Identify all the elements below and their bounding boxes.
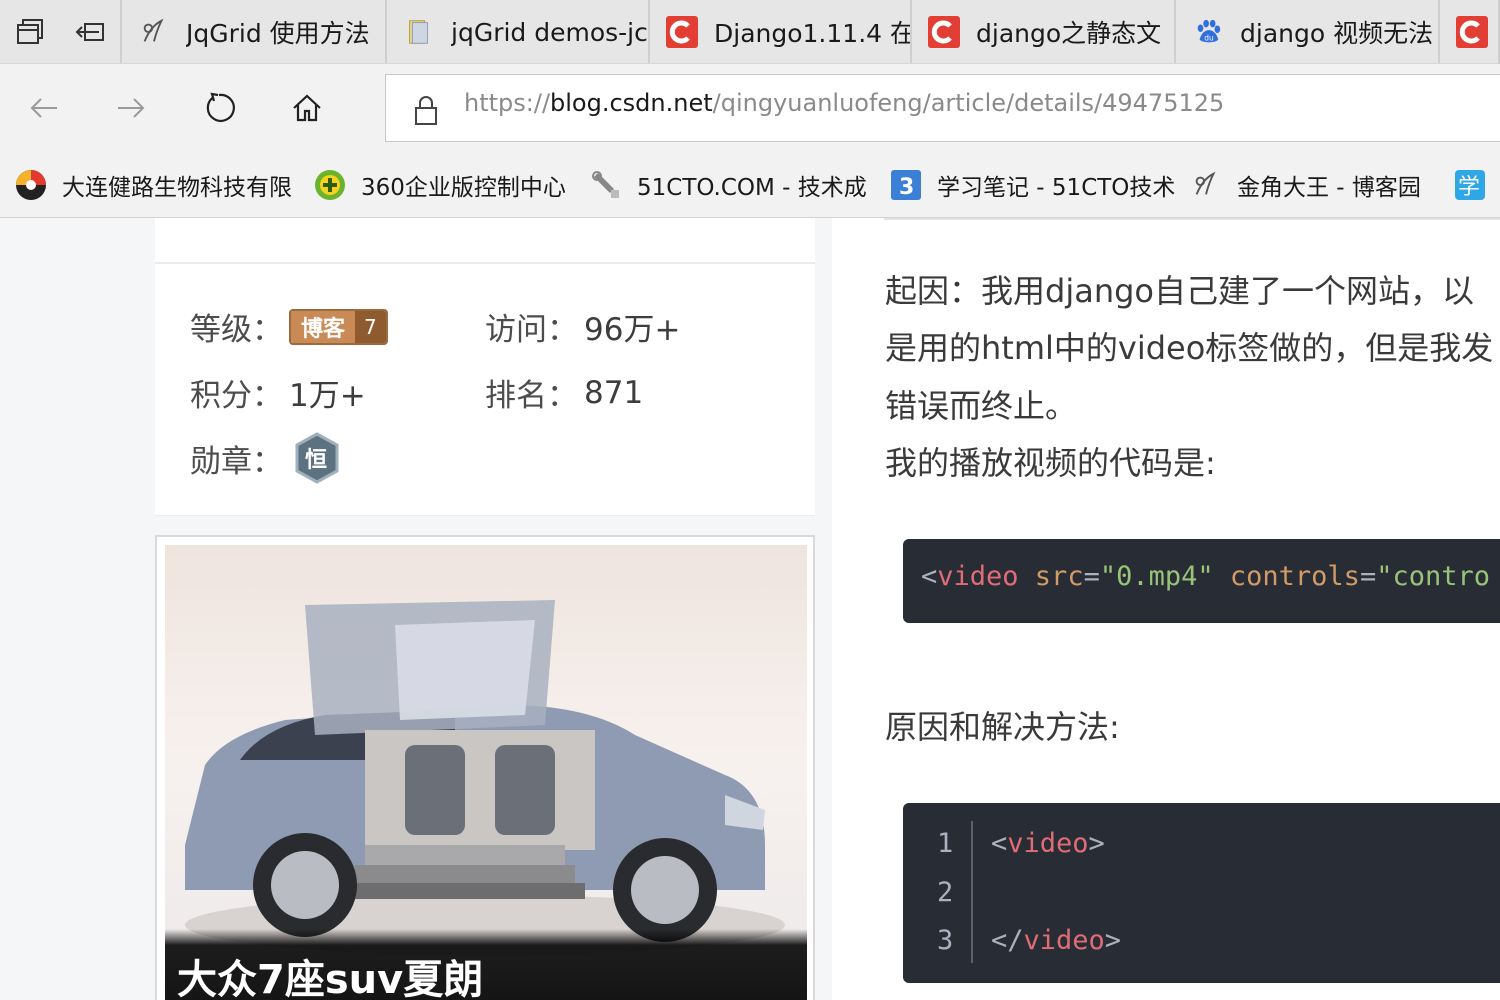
ad-car-image: 大众7座suv夏朗 xyxy=(165,545,807,1000)
favorite-label: 学习笔记 - 51CTO技术 xyxy=(937,174,1175,201)
line-number-gutter xyxy=(971,821,973,963)
code-line: <video src="0.mp4" controls="contro xyxy=(921,561,1491,592)
rank-value: 871 xyxy=(584,374,644,411)
rank-stat: 排名： 871 xyxy=(485,370,643,415)
line-number: 3 xyxy=(937,925,954,956)
url-scheme: https:// xyxy=(464,89,551,117)
advertisement-card[interactable]: 大众7座suv夏朗 xyxy=(155,535,815,1000)
tab-django-video[interactable]: du django 视频无法 xyxy=(1176,0,1440,63)
line-number: 1 xyxy=(937,828,954,859)
favorite-jinjiao[interactable]: 金角大王 - 博客园 xyxy=(1189,168,1439,202)
csdn-icon xyxy=(1456,16,1488,48)
favorite-notes-51cto[interactable]: 3 学习笔记 - 51CTO技术 xyxy=(889,168,1175,202)
code-block-video-tag[interactable]: 1 2 3 <video> </video> xyxy=(903,803,1500,983)
site-pen-icon xyxy=(138,16,170,48)
favorites-bar: 大连健路生物科技有限 360企业版控制中心 51CTO.COM - 技术成 3 … xyxy=(0,152,1500,218)
level-badge-text: 博客 xyxy=(291,310,356,343)
tab-label: Django1.11.4 在 xyxy=(714,19,910,48)
article-paragraph-line: 错误而终止。 xyxy=(885,387,1078,425)
medal-char: 恒 xyxy=(305,447,327,473)
level-label: 等级： xyxy=(190,312,283,348)
csdn-icon xyxy=(666,16,698,48)
medal-hexagon-icon[interactable]: 恒 xyxy=(293,432,341,484)
code-line: </video> xyxy=(991,925,1122,956)
tab-strip: JqGrid 使用方法 jqGrid demos-jc Django1.11.4… xyxy=(0,0,1500,64)
url-text: https://blog.csdn.net/qingyuanluofeng/ar… xyxy=(464,89,1224,117)
article-body: 起因：我用django自己建了一个网站，以 是用的html中的video标签做的… xyxy=(832,218,1500,1000)
back-arrow-icon xyxy=(30,98,57,118)
level-stat: 等级： 博客 7 xyxy=(190,304,388,349)
article-paragraph-line: 我的播放视频的代码是: xyxy=(885,444,1216,482)
refresh-icon xyxy=(206,92,235,122)
plus-circle-icon xyxy=(313,168,347,202)
tab-label: django 视频无法 xyxy=(1240,19,1434,48)
points-label: 积分： xyxy=(190,378,283,414)
wrench-icon xyxy=(589,168,623,202)
code-line: <video> xyxy=(991,828,1105,859)
article-paragraph-line: 起因：我用django自己建了一个网站，以 xyxy=(885,272,1474,310)
tab-preview-button[interactable] xyxy=(0,0,60,63)
article-subheading: 原因和解决方法: xyxy=(885,708,1120,746)
svg-text:du: du xyxy=(1204,33,1214,42)
navigation-bar: https://blog.csdn.net/qingyuanluofeng/ar… xyxy=(0,64,1500,152)
blue-3-icon: 3 xyxy=(889,168,923,202)
forward-button[interactable] xyxy=(103,80,159,136)
favorite-label: 大连健路生物科技有限 xyxy=(62,174,292,201)
home-icon xyxy=(293,94,321,122)
favorite-360-console[interactable]: 360企业版控制中心 xyxy=(313,168,575,202)
forward-arrow-icon xyxy=(118,98,145,118)
author-stats-card: 等级： 博客 7 访问： 96万+ 积分： 1万+ 排名： 871 勋章： 恒 xyxy=(155,218,815,516)
favorite-51cto[interactable]: 51CTO.COM - 技术成 xyxy=(589,168,875,202)
tab-label: jqGrid demos-jc xyxy=(451,17,648,47)
favorite-label: 360企业版控制中心 xyxy=(361,174,566,201)
learn-icon-glyph: 学 xyxy=(1458,175,1480,200)
tab-overflow[interactable] xyxy=(1440,0,1500,63)
level-badge-number: 7 xyxy=(355,310,386,343)
refresh-button[interactable] xyxy=(191,80,247,136)
visits-value: 96万+ xyxy=(584,312,681,348)
url-host: blog.csdn.net xyxy=(550,89,713,117)
page-viewport: 等级： 博客 7 访问： 96万+ 积分： 1万+ 排名： 871 勋章： 恒 xyxy=(0,218,1500,1000)
card-top-divider xyxy=(155,218,815,264)
code-block-video-src[interactable]: <video src="0.mp4" controls="contro xyxy=(903,539,1500,623)
points-stat: 积分： 1万+ xyxy=(190,370,366,415)
learn-icon: 学 xyxy=(1453,168,1487,202)
favorite-dalian[interactable]: 大连健路生物科技有限 xyxy=(14,168,299,202)
address-bar[interactable]: https://blog.csdn.net/qingyuanluofeng/ar… xyxy=(385,74,1500,142)
tab-jqgrid-usage[interactable]: JqGrid 使用方法 xyxy=(122,0,387,63)
colorful-ball-icon xyxy=(14,168,48,202)
medal-stat: 勋章： 恒 xyxy=(190,432,341,484)
lock-icon xyxy=(415,96,437,125)
set-aside-icon xyxy=(75,23,105,41)
baidu-paw-icon: du xyxy=(1192,16,1224,48)
tab-jqgrid-demos[interactable]: jqGrid demos-jc xyxy=(387,0,650,63)
svg-text:3: 3 xyxy=(899,175,914,200)
url-path: /qingyuanluofeng/article/details/4947512… xyxy=(712,89,1225,117)
points-value: 1万+ xyxy=(289,378,366,414)
tabs-overview-icon xyxy=(17,19,44,44)
favorite-label: 51CTO.COM - 技术成 xyxy=(637,174,867,201)
set-aside-tabs-button[interactable] xyxy=(60,0,120,63)
tab-label: JqGrid 使用方法 xyxy=(186,19,370,48)
article-paragraph-line: 是用的html中的video标签做的，但是我发 xyxy=(885,329,1494,367)
visits-label: 访问： xyxy=(485,312,578,348)
medal-label: 勋章： xyxy=(190,443,283,480)
article-top-divider xyxy=(884,218,1500,222)
back-button[interactable] xyxy=(16,80,72,136)
tab-label: django之静态文 xyxy=(976,19,1162,48)
visits-stat: 访问： 96万+ xyxy=(485,304,680,349)
tab-django-1-11-4[interactable]: Django1.11.4 在 xyxy=(650,0,912,63)
rank-label: 排名： xyxy=(485,378,578,414)
site-pen-icon xyxy=(1189,168,1223,202)
tab-django-static[interactable]: django之静态文 xyxy=(912,0,1176,63)
folder-file-icon xyxy=(403,16,435,48)
csdn-icon xyxy=(928,16,960,48)
level-badge[interactable]: 博客 7 xyxy=(289,308,388,345)
favorite-learn[interactable]: 学 xyxy=(1453,168,1500,202)
home-button[interactable] xyxy=(279,80,335,136)
ad-caption-text: 大众7座suv夏朗 xyxy=(177,957,484,1000)
favorite-label: 金角大王 - 博客园 xyxy=(1237,174,1421,201)
line-number: 2 xyxy=(937,877,954,908)
